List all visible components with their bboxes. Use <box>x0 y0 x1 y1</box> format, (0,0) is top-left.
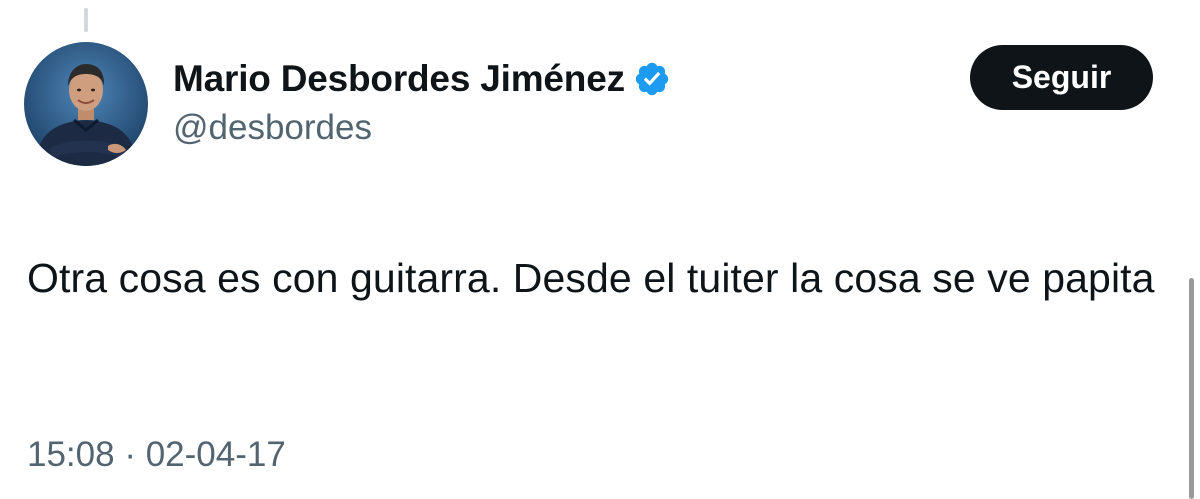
follow-button[interactable]: Seguir <box>970 45 1153 110</box>
name-row: Mario Desbordes Jiménez <box>173 54 671 104</box>
scrollbar[interactable] <box>1189 278 1194 499</box>
verified-badge-icon <box>633 60 671 98</box>
tweet-timestamp[interactable]: 15:08 · 02-04-17 <box>27 435 286 475</box>
user-info: Mario Desbordes Jiménez @desbordes <box>173 54 671 148</box>
avatar[interactable] <box>24 42 148 166</box>
tweet-date: 02-04-17 <box>145 435 286 474</box>
tweet-card: Mario Desbordes Jiménez @desbordes Segui… <box>0 0 1200 499</box>
thread-connector-line <box>84 8 88 32</box>
tweet-time: 15:08 <box>27 435 115 474</box>
meta-separator: · <box>124 435 136 474</box>
tweet-text: Otra cosa es con guitarra. Desde el tuit… <box>27 255 1155 301</box>
avatar-photo <box>24 42 148 166</box>
user-handle[interactable]: @desbordes <box>173 108 671 148</box>
display-name[interactable]: Mario Desbordes Jiménez <box>173 58 625 100</box>
